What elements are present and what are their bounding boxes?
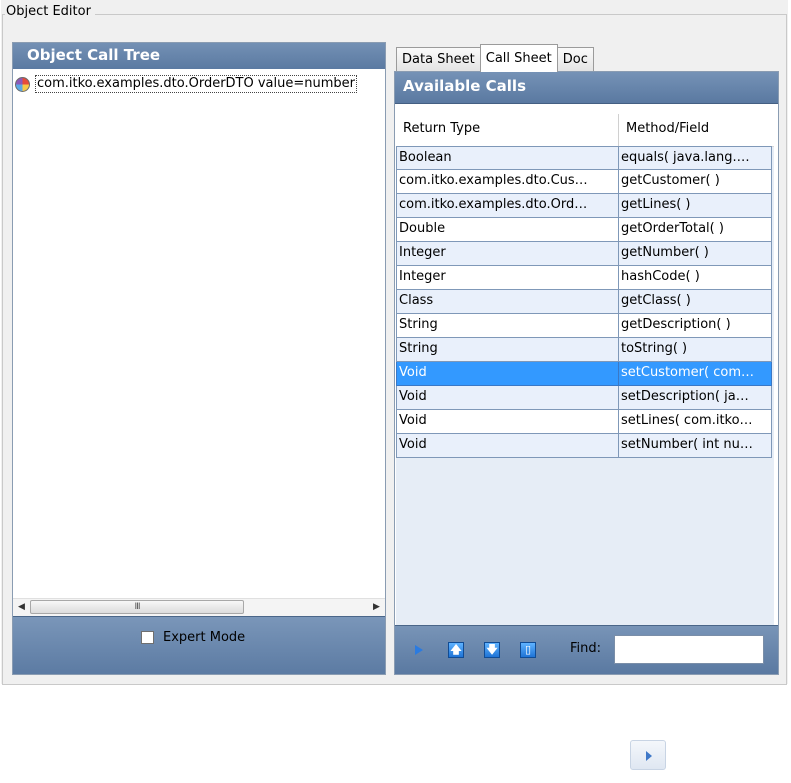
- play-icon: [646, 751, 652, 761]
- method-field-cell[interactable]: setDescription( ja…: [618, 386, 772, 410]
- expert-mode-checkbox[interactable]: [141, 631, 154, 644]
- method-field-cell[interactable]: getOrderTotal( ): [618, 218, 772, 242]
- return-type-cell[interactable]: com.itko.examples.dto.Cus…: [396, 170, 618, 194]
- return-type-cell[interactable]: Integer: [396, 266, 618, 290]
- table-row[interactable]: com.itko.examples.dto.Cus… getCustomer( ): [396, 170, 774, 194]
- table-row[interactable]: com.itko.examples.dto.Ord… getLines( ): [396, 194, 774, 218]
- return-type-cell[interactable]: Void: [396, 434, 618, 458]
- method-field-cell[interactable]: getClass( ): [618, 290, 772, 314]
- object-call-tree-header: Object Call Tree: [13, 43, 385, 70]
- scroll-right-arrow-icon[interactable]: ▶: [368, 599, 385, 616]
- method-field-cell[interactable]: setLines( com.itko…: [618, 410, 772, 434]
- table-row[interactable]: Void setCustomer( com…: [396, 362, 774, 386]
- object-call-tree-panel: Object Call Tree com.itko.examples.dto.O…: [12, 42, 386, 675]
- method-field-cell[interactable]: getLines( ): [618, 194, 772, 218]
- expert-mode-label: Expert Mode: [163, 630, 246, 645]
- return-type-cell[interactable]: Class: [396, 290, 618, 314]
- table-row[interactable]: String getDescription( ): [396, 314, 774, 338]
- table-row[interactable]: Integer hashCode( ): [396, 266, 774, 290]
- tab-call-sheet[interactable]: Call Sheet: [479, 44, 558, 72]
- return-type-cell[interactable]: Double: [396, 218, 618, 242]
- find-input[interactable]: [614, 635, 764, 664]
- group-title: Object Editor: [5, 3, 95, 21]
- scroll-thumb[interactable]: III: [30, 600, 244, 614]
- expand-button[interactable]: [630, 740, 666, 770]
- object-node-icon: [15, 76, 30, 92]
- scroll-left-arrow-icon[interactable]: ◀: [13, 599, 30, 616]
- return-type-cell[interactable]: Void: [396, 410, 618, 434]
- tab-data-sheet[interactable]: Data Sheet: [396, 47, 481, 72]
- return-type-cell[interactable]: Void: [396, 362, 618, 386]
- column-return-type[interactable]: Return Type: [396, 114, 618, 146]
- return-type-cell[interactable]: Void: [396, 386, 618, 410]
- method-field-cell[interactable]: getNumber( ): [618, 242, 772, 266]
- table-row[interactable]: Void setDescription( ja…: [396, 386, 774, 410]
- calls-table: Return Type Method/Field Boolean equals( …: [396, 114, 774, 458]
- delete-icon[interactable]: ▯: [520, 642, 536, 658]
- tree-area: com.itko.examples.dto.OrderDTO value=num…: [13, 69, 385, 616]
- method-field-cell[interactable]: getCustomer( ): [618, 170, 772, 194]
- return-type-cell[interactable]: Boolean: [396, 146, 618, 170]
- expert-mode-toggle[interactable]: Expert Mode: [141, 630, 245, 645]
- method-field-cell[interactable]: setCustomer( com…: [618, 362, 772, 386]
- return-type-cell[interactable]: String: [396, 314, 618, 338]
- move-up-icon[interactable]: 🡅: [448, 642, 464, 658]
- move-down-icon[interactable]: 🡇: [484, 642, 500, 658]
- tree-node-label[interactable]: com.itko.examples.dto.OrderDTO value=num…: [35, 75, 357, 93]
- table-row[interactable]: Integer getNumber( ): [396, 242, 774, 266]
- tree-node[interactable]: com.itko.examples.dto.OrderDTO value=num…: [15, 75, 357, 93]
- return-type-cell[interactable]: Integer: [396, 242, 618, 266]
- horizontal-scrollbar[interactable]: ◀ III ▶: [13, 598, 385, 616]
- right-footer-toolbar: 🡅 🡇 ▯ Find:: [395, 625, 778, 674]
- call-sheet-panel: Available Calls Return Type Method/Field…: [394, 71, 779, 675]
- return-type-cell[interactable]: com.itko.examples.dto.Ord…: [396, 194, 618, 218]
- find-label: Find:: [570, 641, 602, 656]
- table-row[interactable]: Void setNumber( int nu…: [396, 434, 774, 458]
- method-field-cell[interactable]: setNumber( int nu…: [618, 434, 772, 458]
- table-header: Return Type Method/Field: [396, 114, 774, 147]
- method-field-cell[interactable]: equals( java.lang.…: [618, 146, 772, 170]
- left-footer: Expert Mode: [13, 616, 385, 674]
- method-field-cell[interactable]: getDescription( ): [618, 314, 772, 338]
- table-row[interactable]: Boolean equals( java.lang.…: [396, 146, 774, 170]
- tab-doc[interactable]: Doc: [556, 47, 594, 72]
- table-rows: Boolean equals( java.lang.… com.itko.examp…: [396, 146, 774, 458]
- column-method-field[interactable]: Method/Field: [618, 114, 774, 146]
- tab-bar: Data Sheet Call Sheet Doc: [396, 44, 594, 72]
- available-calls-header: Available Calls: [395, 72, 778, 104]
- table-row[interactable]: Void setLines( com.itko…: [396, 410, 774, 434]
- table-row[interactable]: String toString( ): [396, 338, 774, 362]
- table-row[interactable]: Double getOrderTotal( ): [396, 218, 774, 242]
- method-field-cell[interactable]: hashCode( ): [618, 266, 772, 290]
- method-field-cell[interactable]: toString( ): [618, 338, 772, 362]
- table-row[interactable]: Class getClass( ): [396, 290, 774, 314]
- return-type-cell[interactable]: String: [396, 338, 618, 362]
- play-icon[interactable]: [415, 645, 423, 655]
